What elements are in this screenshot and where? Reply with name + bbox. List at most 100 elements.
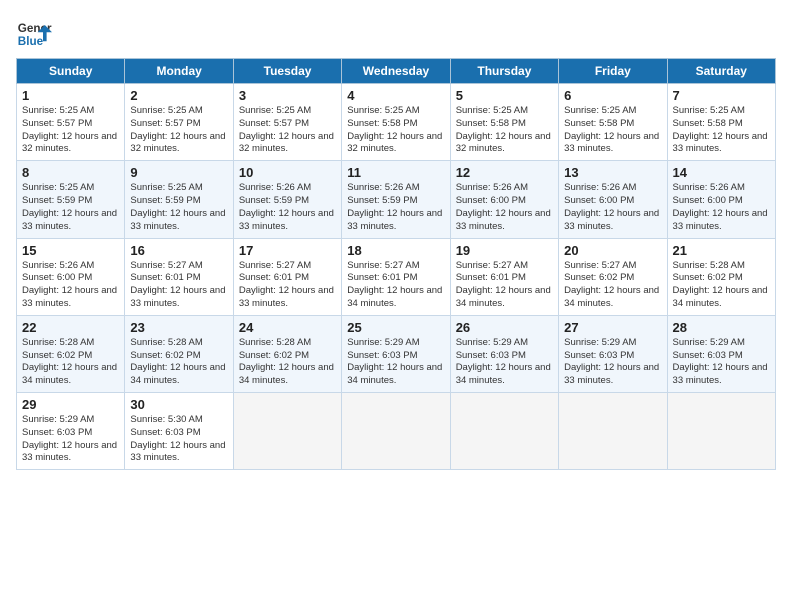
day-info: Sunrise: 5:29 AMSunset: 6:03 PMDaylight:… — [347, 337, 442, 386]
day-info: Sunrise: 5:26 AMSunset: 5:59 PMDaylight:… — [239, 182, 334, 231]
day-info: Sunrise: 5:26 AMSunset: 6:00 PMDaylight:… — [22, 260, 117, 309]
calendar-cell: 11 Sunrise: 5:26 AMSunset: 5:59 PMDaylig… — [342, 161, 450, 238]
day-header-sunday: Sunday — [17, 59, 125, 84]
day-number: 5 — [456, 88, 553, 103]
calendar-cell — [342, 393, 450, 470]
day-info: Sunrise: 5:25 AMSunset: 5:57 PMDaylight:… — [22, 105, 117, 154]
day-info: Sunrise: 5:27 AMSunset: 6:01 PMDaylight:… — [130, 260, 225, 309]
calendar-cell: 15 Sunrise: 5:26 AMSunset: 6:00 PMDaylig… — [17, 238, 125, 315]
calendar-cell: 27 Sunrise: 5:29 AMSunset: 6:03 PMDaylig… — [559, 315, 667, 392]
calendar-cell: 22 Sunrise: 5:28 AMSunset: 6:02 PMDaylig… — [17, 315, 125, 392]
day-info: Sunrise: 5:29 AMSunset: 6:03 PMDaylight:… — [456, 337, 551, 386]
page-header: General Blue — [16, 16, 776, 52]
calendar-cell — [233, 393, 341, 470]
day-number: 24 — [239, 320, 336, 335]
calendar-cell — [559, 393, 667, 470]
day-number: 22 — [22, 320, 119, 335]
day-info: Sunrise: 5:25 AMSunset: 5:57 PMDaylight:… — [239, 105, 334, 154]
logo: General Blue — [16, 16, 52, 52]
calendar-cell: 4 Sunrise: 5:25 AMSunset: 5:58 PMDayligh… — [342, 84, 450, 161]
calendar-cell: 9 Sunrise: 5:25 AMSunset: 5:59 PMDayligh… — [125, 161, 233, 238]
calendar-cell: 23 Sunrise: 5:28 AMSunset: 6:02 PMDaylig… — [125, 315, 233, 392]
day-info: Sunrise: 5:28 AMSunset: 6:02 PMDaylight:… — [130, 337, 225, 386]
day-number: 6 — [564, 88, 661, 103]
calendar-cell: 1 Sunrise: 5:25 AMSunset: 5:57 PMDayligh… — [17, 84, 125, 161]
day-header-friday: Friday — [559, 59, 667, 84]
calendar-cell: 14 Sunrise: 5:26 AMSunset: 6:00 PMDaylig… — [667, 161, 775, 238]
day-info: Sunrise: 5:30 AMSunset: 6:03 PMDaylight:… — [130, 414, 225, 463]
day-info: Sunrise: 5:27 AMSunset: 6:01 PMDaylight:… — [456, 260, 551, 309]
day-number: 29 — [22, 397, 119, 412]
day-number: 23 — [130, 320, 227, 335]
calendar-week-5: 29 Sunrise: 5:29 AMSunset: 6:03 PMDaylig… — [17, 393, 776, 470]
day-info: Sunrise: 5:25 AMSunset: 5:59 PMDaylight:… — [130, 182, 225, 231]
day-number: 16 — [130, 243, 227, 258]
calendar-table: SundayMondayTuesdayWednesdayThursdayFrid… — [16, 58, 776, 470]
calendar-cell: 12 Sunrise: 5:26 AMSunset: 6:00 PMDaylig… — [450, 161, 558, 238]
day-info: Sunrise: 5:28 AMSunset: 6:02 PMDaylight:… — [239, 337, 334, 386]
calendar-week-1: 1 Sunrise: 5:25 AMSunset: 5:57 PMDayligh… — [17, 84, 776, 161]
calendar-cell: 2 Sunrise: 5:25 AMSunset: 5:57 PMDayligh… — [125, 84, 233, 161]
day-number: 3 — [239, 88, 336, 103]
calendar-cell: 30 Sunrise: 5:30 AMSunset: 6:03 PMDaylig… — [125, 393, 233, 470]
calendar-cell: 3 Sunrise: 5:25 AMSunset: 5:57 PMDayligh… — [233, 84, 341, 161]
calendar-cell: 19 Sunrise: 5:27 AMSunset: 6:01 PMDaylig… — [450, 238, 558, 315]
logo-icon: General Blue — [16, 16, 52, 52]
calendar-body: 1 Sunrise: 5:25 AMSunset: 5:57 PMDayligh… — [17, 84, 776, 470]
calendar-cell: 18 Sunrise: 5:27 AMSunset: 6:01 PMDaylig… — [342, 238, 450, 315]
day-info: Sunrise: 5:26 AMSunset: 5:59 PMDaylight:… — [347, 182, 442, 231]
day-info: Sunrise: 5:26 AMSunset: 6:00 PMDaylight:… — [673, 182, 768, 231]
day-header-monday: Monday — [125, 59, 233, 84]
day-info: Sunrise: 5:29 AMSunset: 6:03 PMDaylight:… — [673, 337, 768, 386]
day-header-saturday: Saturday — [667, 59, 775, 84]
day-info: Sunrise: 5:28 AMSunset: 6:02 PMDaylight:… — [22, 337, 117, 386]
day-info: Sunrise: 5:26 AMSunset: 6:00 PMDaylight:… — [456, 182, 551, 231]
day-header-thursday: Thursday — [450, 59, 558, 84]
calendar-cell: 16 Sunrise: 5:27 AMSunset: 6:01 PMDaylig… — [125, 238, 233, 315]
day-info: Sunrise: 5:26 AMSunset: 6:00 PMDaylight:… — [564, 182, 659, 231]
day-number: 20 — [564, 243, 661, 258]
day-number: 26 — [456, 320, 553, 335]
day-number: 28 — [673, 320, 770, 335]
day-info: Sunrise: 5:28 AMSunset: 6:02 PMDaylight:… — [673, 260, 768, 309]
day-number: 4 — [347, 88, 444, 103]
calendar-cell — [450, 393, 558, 470]
day-info: Sunrise: 5:25 AMSunset: 5:58 PMDaylight:… — [673, 105, 768, 154]
day-number: 14 — [673, 165, 770, 180]
calendar-cell: 25 Sunrise: 5:29 AMSunset: 6:03 PMDaylig… — [342, 315, 450, 392]
day-number: 15 — [22, 243, 119, 258]
calendar-cell: 7 Sunrise: 5:25 AMSunset: 5:58 PMDayligh… — [667, 84, 775, 161]
calendar-cell: 21 Sunrise: 5:28 AMSunset: 6:02 PMDaylig… — [667, 238, 775, 315]
day-info: Sunrise: 5:25 AMSunset: 5:57 PMDaylight:… — [130, 105, 225, 154]
day-number: 21 — [673, 243, 770, 258]
calendar-cell: 28 Sunrise: 5:29 AMSunset: 6:03 PMDaylig… — [667, 315, 775, 392]
calendar-cell: 8 Sunrise: 5:25 AMSunset: 5:59 PMDayligh… — [17, 161, 125, 238]
day-number: 19 — [456, 243, 553, 258]
day-number: 17 — [239, 243, 336, 258]
day-number: 13 — [564, 165, 661, 180]
calendar-cell: 10 Sunrise: 5:26 AMSunset: 5:59 PMDaylig… — [233, 161, 341, 238]
day-number: 30 — [130, 397, 227, 412]
day-info: Sunrise: 5:25 AMSunset: 5:59 PMDaylight:… — [22, 182, 117, 231]
calendar-week-4: 22 Sunrise: 5:28 AMSunset: 6:02 PMDaylig… — [17, 315, 776, 392]
day-number: 10 — [239, 165, 336, 180]
calendar-week-3: 15 Sunrise: 5:26 AMSunset: 6:00 PMDaylig… — [17, 238, 776, 315]
calendar-cell: 17 Sunrise: 5:27 AMSunset: 6:01 PMDaylig… — [233, 238, 341, 315]
day-number: 7 — [673, 88, 770, 103]
day-info: Sunrise: 5:27 AMSunset: 6:02 PMDaylight:… — [564, 260, 659, 309]
calendar-week-2: 8 Sunrise: 5:25 AMSunset: 5:59 PMDayligh… — [17, 161, 776, 238]
day-header-tuesday: Tuesday — [233, 59, 341, 84]
day-info: Sunrise: 5:25 AMSunset: 5:58 PMDaylight:… — [347, 105, 442, 154]
calendar-header-row: SundayMondayTuesdayWednesdayThursdayFrid… — [17, 59, 776, 84]
day-number: 18 — [347, 243, 444, 258]
calendar-cell: 26 Sunrise: 5:29 AMSunset: 6:03 PMDaylig… — [450, 315, 558, 392]
day-info: Sunrise: 5:29 AMSunset: 6:03 PMDaylight:… — [564, 337, 659, 386]
day-info: Sunrise: 5:25 AMSunset: 5:58 PMDaylight:… — [456, 105, 551, 154]
day-info: Sunrise: 5:27 AMSunset: 6:01 PMDaylight:… — [239, 260, 334, 309]
calendar-cell: 24 Sunrise: 5:28 AMSunset: 6:02 PMDaylig… — [233, 315, 341, 392]
calendar-cell: 13 Sunrise: 5:26 AMSunset: 6:00 PMDaylig… — [559, 161, 667, 238]
day-header-wednesday: Wednesday — [342, 59, 450, 84]
day-number: 8 — [22, 165, 119, 180]
svg-text:Blue: Blue — [18, 35, 44, 48]
day-number: 27 — [564, 320, 661, 335]
